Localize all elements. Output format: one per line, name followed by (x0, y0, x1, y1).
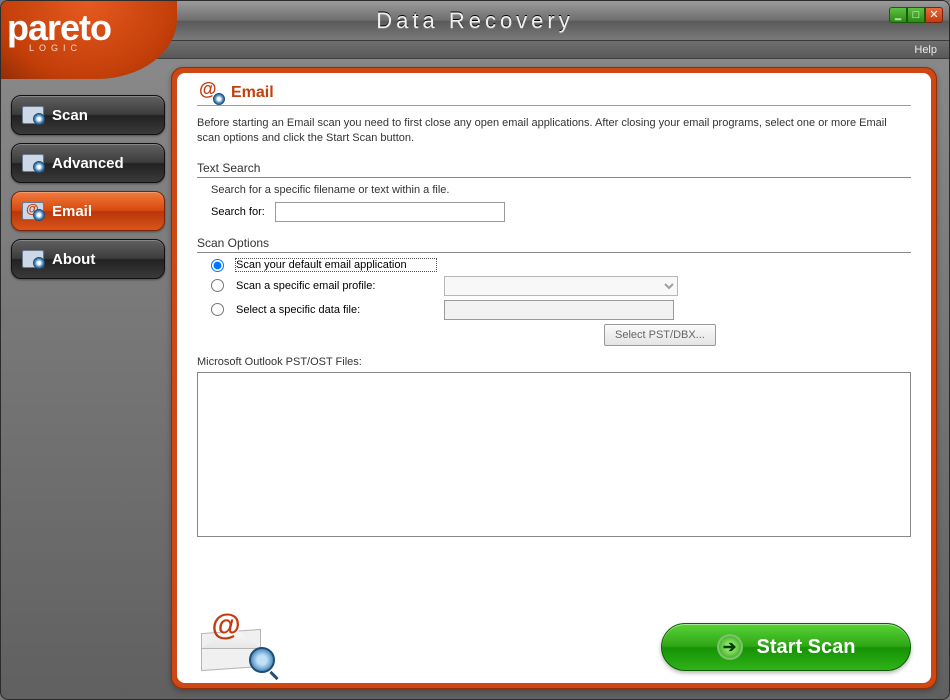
nav-label: About (52, 251, 95, 268)
app-title: Data Recovery (376, 8, 574, 34)
disc-icon (22, 154, 44, 172)
pst-files-listbox[interactable] (197, 372, 911, 537)
data-file-input[interactable] (444, 300, 674, 320)
window-controls: ‗ □ ✕ (889, 7, 943, 23)
scan-default-label[interactable]: Scan your default email application (236, 259, 436, 271)
nav-label: Email (52, 203, 92, 220)
minimize-button[interactable]: ‗ (889, 7, 907, 23)
nav-item-email[interactable]: Email (11, 191, 165, 231)
search-for-input[interactable] (275, 202, 505, 222)
scan-file-label[interactable]: Select a specific data file: (236, 304, 436, 316)
scan-option-file-row: Select a specific data file: (211, 300, 911, 320)
app-window: Data Recovery ‗ □ ✕ Help pareto LOGIC Sc… (0, 0, 950, 700)
nav-item-advanced[interactable]: Advanced (11, 143, 165, 183)
panel-header: Email (197, 83, 911, 106)
pst-files-label: Microsoft Outlook PST/OST Files: (197, 356, 911, 368)
info-icon (22, 250, 44, 268)
arrow-right-icon: ➔ (717, 634, 743, 660)
scan-profile-radio[interactable] (211, 279, 224, 292)
panel-footer: @ ➔ Start Scan (197, 613, 911, 671)
scan-option-profile-row: Scan a specific email profile: (211, 276, 911, 296)
text-search-hint: Search for a specific filename or text w… (211, 184, 911, 196)
scan-option-default-row: Scan your default email application (211, 259, 911, 272)
search-for-row: Search for: (211, 202, 911, 222)
close-button[interactable]: ✕ (925, 7, 943, 23)
title-bar: Data Recovery ‗ □ ✕ (1, 1, 949, 41)
email-icon (22, 202, 44, 220)
scan-file-radio[interactable] (211, 303, 224, 316)
email-search-icon (197, 83, 223, 103)
profile-select[interactable] (444, 276, 678, 296)
help-menu[interactable]: Help (914, 44, 937, 56)
panel-title: Email (231, 84, 274, 102)
start-scan-button[interactable]: ➔ Start Scan (661, 623, 911, 671)
app-body: pareto LOGIC Scan Advanced Email (1, 59, 949, 700)
email-envelope-icon: @ (197, 613, 275, 671)
start-scan-label: Start Scan (757, 636, 856, 659)
menu-bar: Help (1, 41, 949, 59)
scan-profile-label[interactable]: Scan a specific email profile: (236, 280, 436, 292)
scan-options-section-label: Scan Options (197, 236, 911, 253)
panel-intro-text: Before starting an Email scan you need t… (197, 116, 911, 147)
search-for-label: Search for: (211, 206, 267, 218)
text-search-section-label: Text Search (197, 161, 911, 178)
nav-item-scan[interactable]: Scan (11, 95, 165, 135)
maximize-button[interactable]: □ (907, 7, 925, 23)
nav-list: Scan Advanced Email About (11, 95, 165, 279)
select-pst-dbx-button[interactable]: Select PST/DBX... (604, 324, 716, 346)
magnifier-icon (249, 647, 275, 673)
sidebar: pareto LOGIC Scan Advanced Email (1, 59, 171, 700)
select-file-button-row: Select PST/DBX... (211, 324, 911, 346)
email-panel: Email Before starting an Email scan you … (177, 73, 931, 683)
nav-label: Scan (52, 107, 88, 124)
drive-icon (22, 106, 44, 124)
content-frame: Email Before starting an Email scan you … (171, 67, 937, 689)
nav-label: Advanced (52, 155, 124, 172)
nav-item-about[interactable]: About (11, 239, 165, 279)
scan-default-radio[interactable] (211, 259, 224, 272)
